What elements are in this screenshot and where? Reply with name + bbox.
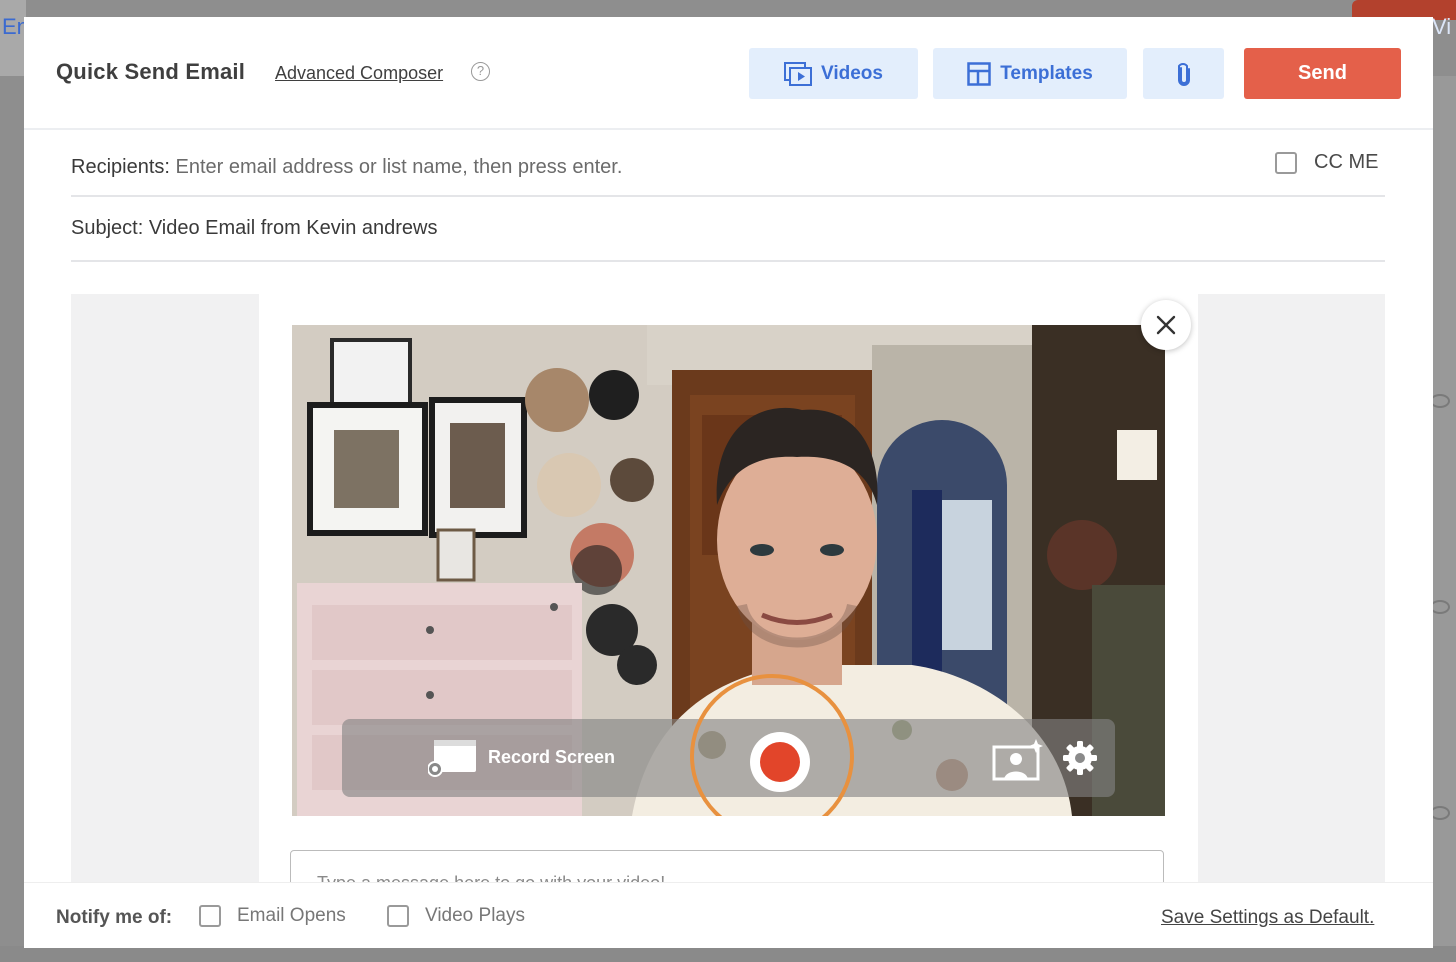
subject-field[interactable]: Subject: Video Email from Kevin andrews: [71, 217, 437, 240]
notify-label: Notify me of:: [56, 907, 173, 928]
question-circle-icon[interactable]: ?: [471, 62, 490, 81]
recorder-toolbar: Record Screen: [342, 674, 1115, 816]
background-label-fragment: Vi: [1432, 14, 1452, 39]
video-library-icon: [784, 61, 813, 86]
divider: [71, 260, 1385, 262]
video-plays-checkbox[interactable]: [387, 905, 409, 927]
divider: [71, 195, 1385, 197]
record-screen-icon[interactable]: [428, 739, 478, 779]
email-opens-option[interactable]: Email Opens: [199, 905, 346, 927]
email-opens-label: Email Opens: [237, 905, 346, 926]
close-button[interactable]: [1141, 300, 1191, 350]
subject-label: Subject:: [71, 217, 144, 239]
attach-button[interactable]: [1143, 48, 1224, 99]
modal-title: Quick Send Email: [56, 59, 246, 84]
gear-icon[interactable]: [1063, 741, 1097, 775]
background-bottom-fragment: [0, 946, 1456, 962]
videos-button[interactable]: Videos: [749, 48, 918, 99]
video-plays-label: Video Plays: [425, 905, 525, 926]
send-button[interactable]: Send: [1244, 48, 1401, 99]
eye-icon: [1430, 806, 1450, 820]
record-button[interactable]: [750, 732, 810, 792]
subject-input[interactable]: Video Email from Kevin andrews: [149, 217, 438, 239]
templates-button[interactable]: Templates: [933, 48, 1127, 99]
cc-me-option[interactable]: CC ME: [1275, 151, 1378, 174]
webcam-preview: Record Screen: [292, 325, 1165, 816]
cc-me-label: CC ME: [1314, 151, 1379, 173]
record-screen-label[interactable]: Record Screen: [488, 747, 615, 768]
videos-button-label: Videos: [821, 62, 883, 84]
save-settings-link[interactable]: Save Settings as Default.: [1161, 907, 1374, 929]
video-plays-option[interactable]: Video Plays: [387, 905, 525, 927]
background-list-fragment: [1432, 76, 1456, 962]
template-layout-icon: [967, 61, 991, 86]
close-icon: [1156, 315, 1176, 335]
image-sparkle-icon[interactable]: [992, 739, 1044, 781]
record-icon: [760, 742, 800, 782]
eye-icon: [1430, 600, 1450, 614]
advanced-composer-link[interactable]: Advanced Composer: [275, 63, 443, 84]
recipients-input[interactable]: Enter email address or list name, then p…: [176, 156, 623, 178]
paperclip-icon: [1177, 62, 1190, 86]
modal-footer: Notify me of: Email Opens Video Plays Sa…: [24, 882, 1433, 948]
background-tab-fragment: En: [0, 0, 26, 76]
modal-header: Quick Send Email Advanced Composer ? Vid…: [24, 17, 1433, 130]
templates-button-label: Templates: [1000, 62, 1093, 84]
recipients-label: Recipients:: [71, 156, 170, 178]
quick-send-modal: Quick Send Email Advanced Composer ? Vid…: [24, 17, 1433, 948]
recipients-field[interactable]: Recipients: Enter email address or list …: [71, 156, 622, 179]
eye-icon: [1430, 394, 1450, 408]
cc-me-checkbox[interactable]: [1275, 151, 1297, 174]
email-opens-checkbox[interactable]: [199, 905, 221, 927]
